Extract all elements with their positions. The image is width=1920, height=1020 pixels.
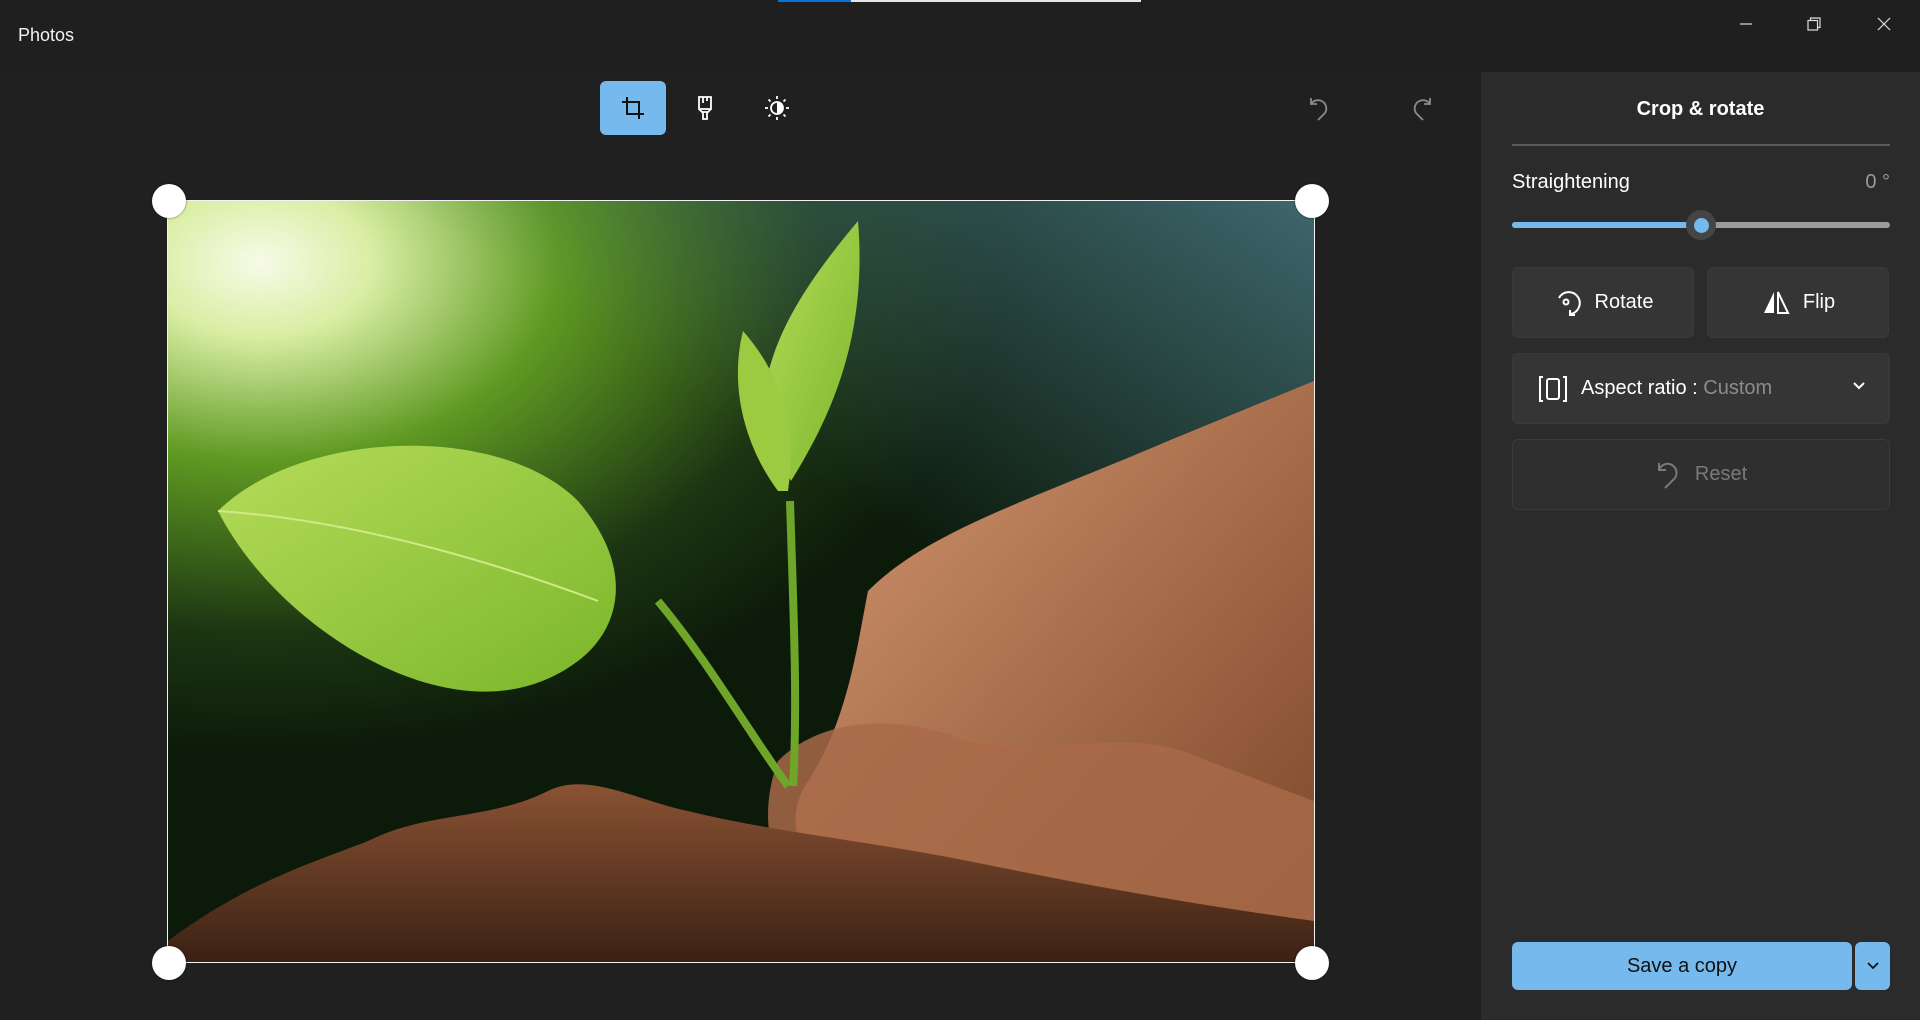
close-button[interactable] — [1850, 0, 1918, 48]
crop-handle-top-left[interactable] — [152, 184, 186, 218]
flip-button[interactable]: Flip — [1707, 267, 1889, 338]
title-bar: Photos — [0, 0, 1920, 72]
redo-icon — [1413, 98, 1431, 121]
minimize-icon — [1740, 23, 1752, 25]
crop-handle-bottom-left[interactable] — [152, 946, 186, 980]
loading-progress-bar — [778, 0, 1141, 2]
rotate-icon — [1557, 290, 1581, 316]
flip-label: Flip — [1802, 291, 1836, 313]
save-options-dropdown[interactable] — [1855, 942, 1890, 990]
flip-icon — [1763, 291, 1790, 314]
restore-button[interactable] — [1780, 0, 1848, 48]
reset-icon — [1657, 462, 1678, 489]
loading-progress-fill — [778, 0, 851, 2]
reset-button[interactable]: Reset — [1512, 439, 1890, 510]
aspect-ratio-dropdown[interactable]: Aspect ratio : Custom — [1512, 353, 1890, 424]
save-copy-button[interactable]: Save a copy — [1512, 942, 1852, 990]
aspect-ratio-label: Aspect ratio : — [1581, 377, 1704, 399]
undo-icon — [1310, 98, 1328, 121]
slider-thumb[interactable] — [1686, 210, 1716, 240]
slider-fill — [1512, 222, 1701, 228]
paintbrush-icon — [698, 96, 712, 120]
rotate-button[interactable]: Rotate — [1512, 267, 1694, 338]
app-title: Photos — [18, 25, 75, 45]
straightening-value: 0 ° — [1865, 171, 1890, 193]
chevron-down-icon — [1853, 382, 1865, 390]
aspect-ratio-text: Aspect ratio : Custom — [1581, 377, 1772, 400]
photo-crop-area[interactable] — [167, 200, 1315, 963]
restore-icon — [1807, 17, 1821, 31]
straightening-label: Straightening — [1512, 171, 1630, 193]
photo-image — [168, 201, 1314, 962]
aspect-ratio-value: Custom — [1703, 377, 1773, 399]
chevron-down-icon — [1866, 962, 1879, 970]
undo-button[interactable] — [1300, 88, 1340, 128]
rotate-label: Rotate — [1594, 291, 1654, 313]
reset-label: Reset — [1694, 463, 1748, 485]
panel-title: Crop & rotate — [1636, 98, 1765, 120]
aspect-ratio-icon — [1539, 375, 1567, 402]
straightening-slider[interactable] — [1512, 210, 1890, 240]
crop-rotate-panel: Crop & rotate Straightening 0 ° Rotate F… — [1481, 72, 1920, 1020]
crop-tab[interactable] — [600, 81, 666, 135]
crop-handle-top-right[interactable] — [1295, 184, 1329, 218]
filter-tab[interactable] — [672, 81, 738, 135]
redo-button[interactable] — [1401, 88, 1441, 128]
adjust-tab[interactable] — [744, 81, 810, 135]
crop-icon — [622, 97, 644, 119]
minimize-button[interactable] — [1712, 0, 1780, 48]
brightness-icon — [765, 96, 789, 120]
close-icon — [1877, 17, 1891, 31]
crop-handle-bottom-right[interactable] — [1295, 946, 1329, 980]
panel-divider — [1512, 144, 1890, 146]
